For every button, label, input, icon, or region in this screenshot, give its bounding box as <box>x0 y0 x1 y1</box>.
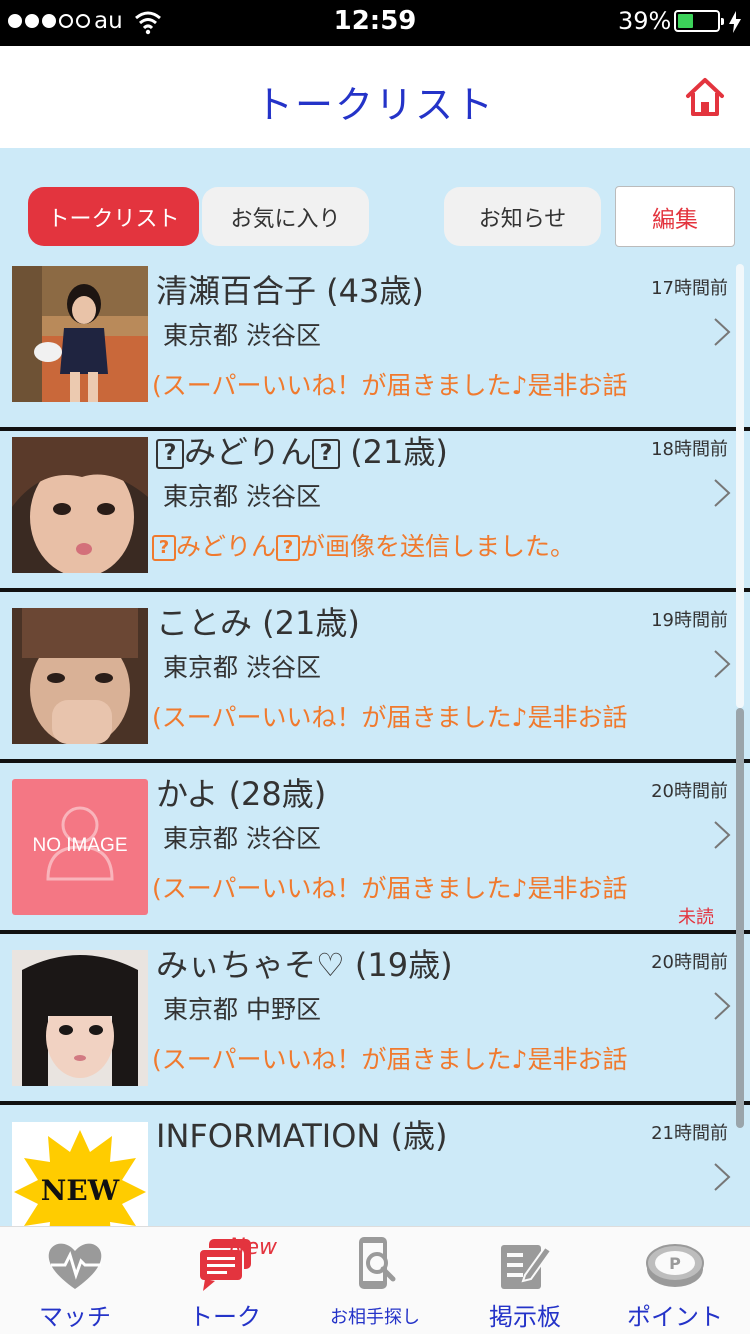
placeholder-glyph-icon: ? <box>276 535 301 561</box>
thread-area: 東京都 渋谷区 <box>163 653 321 682</box>
thread-age: (21歳) <box>340 433 448 471</box>
list-item[interactable]: 清瀬百合子 (43歳) 17時間前 東京都 渋谷区 (スーパーいいね！が届きまし… <box>0 260 750 431</box>
tab-talk-list[interactable]: トークリスト <box>28 187 199 246</box>
thread-last-message: (スーパーいいね！が届きました♪是非お話 <box>152 874 628 903</box>
tab-board[interactable]: 掲示板 <box>450 1227 600 1334</box>
navigation-bar: トークリスト <box>0 46 750 148</box>
battery-percent: 39% <box>618 7 672 35</box>
point-coin-icon: P <box>646 1244 704 1287</box>
tab-talk[interactable]: トーク <box>150 1227 300 1334</box>
chevron-right-icon <box>714 821 731 849</box>
edit-button[interactable]: 編集 <box>615 186 735 247</box>
scrollbar-thumb[interactable] <box>736 708 744 1128</box>
message-text: が画像を送信しました。 <box>300 532 576 561</box>
thread-time: 17時間前 <box>651 278 728 299</box>
avatar <box>12 437 148 573</box>
status-bar: au 12:59 39% <box>0 0 750 46</box>
thread-time: 20時間前 <box>651 781 728 802</box>
avatar: NEW <box>12 1122 148 1226</box>
chevron-right-icon <box>714 318 731 346</box>
tab-label: お相手探し <box>330 1307 420 1328</box>
thread-name: みぃちゃそ♡ (19歳) <box>156 946 453 984</box>
thread-name: ? みどりん? (21歳) <box>156 427 448 473</box>
page-title: トークリスト <box>254 83 495 127</box>
thread-name: INFORMATION (歳) <box>156 1117 448 1155</box>
thread-name: かよ (28歳) <box>156 775 327 813</box>
thread-time: 21時間前 <box>651 1123 728 1144</box>
battery-icon <box>674 10 724 32</box>
tab-search[interactable]: お相手探し <box>300 1227 450 1334</box>
placeholder-glyph-icon: ? <box>156 439 184 469</box>
no-image-label: NO IMAGE <box>32 835 128 856</box>
tab-label: トーク <box>189 1303 261 1331</box>
svg-text:P: P <box>669 1254 681 1273</box>
unread-badge: 未読 <box>678 907 714 928</box>
filter-tabs: トークリスト お気に入り お知らせ 編集 <box>0 148 750 260</box>
chevron-right-icon <box>714 1163 731 1191</box>
heart-pulse-icon <box>48 1243 102 1289</box>
thread-last-message: (スーパーいいね！が届きました♪是非お話 <box>152 371 628 400</box>
new-badge-label: NEW <box>40 1174 120 1207</box>
scrollbar-track <box>736 264 744 708</box>
chevron-right-icon <box>714 992 731 1020</box>
list-item[interactable]: ことみ (21歳) 19時間前 東京都 渋谷区 (スーパーいいね！が届きました♪… <box>0 592 750 763</box>
charging-bolt-icon <box>729 11 741 33</box>
message-sender: みどりん <box>176 532 277 561</box>
thread-last-message: (スーパーいいね！が届きました♪是非お話 <box>152 703 628 732</box>
thread-time: 20時間前 <box>651 952 728 973</box>
list-item[interactable]: ? みどりん? (21歳) 18時間前 東京都 渋谷区 ? みどりん? が画像を送信し… <box>0 421 750 592</box>
avatar <box>12 608 148 744</box>
thread-name-text: みどりん <box>184 433 313 471</box>
thread-area: 東京都 渋谷区 <box>163 482 321 511</box>
tab-label: 掲示板 <box>489 1303 561 1331</box>
thread-name: ことみ (21歳) <box>156 604 360 642</box>
chevron-right-icon <box>714 650 731 678</box>
tab-points[interactable]: P ポイント <box>600 1227 750 1334</box>
list-item[interactable]: NEW INFORMATION (歳) 21時間前 <box>0 1105 750 1226</box>
placeholder-glyph-icon: ? <box>312 439 341 469</box>
thread-area: 東京都 中野区 <box>163 995 321 1024</box>
thread-time: 18時間前 <box>651 439 728 460</box>
tab-favorites[interactable]: お気に入り <box>202 187 369 246</box>
home-icon[interactable] <box>684 76 726 118</box>
tab-label: マッチ <box>39 1303 111 1331</box>
list-item[interactable]: みぃちゃそ♡ (19歳) 20時間前 東京都 中野区 (スーパーいいね！が届きま… <box>0 934 750 1105</box>
phone-search-icon <box>359 1237 396 1289</box>
bottom-tab-bar: マッチ トーク New お相手探し 掲示板 P ポイント <box>0 1226 750 1334</box>
new-badge: New <box>229 1235 277 1260</box>
bulletin-board-icon <box>501 1245 553 1289</box>
tab-match[interactable]: マッチ <box>0 1227 150 1334</box>
chevron-right-icon <box>714 479 731 507</box>
avatar <box>12 266 148 402</box>
talk-list: 清瀬百合子 (43歳) 17時間前 東京都 渋谷区 (スーパーいいね！が届きまし… <box>0 260 750 1226</box>
thread-area: 東京都 渋谷区 <box>163 321 321 350</box>
thread-name: 清瀬百合子 (43歳) <box>156 272 424 310</box>
thread-last-message: (スーパーいいね！が届きました♪是非お話 <box>152 1045 628 1074</box>
placeholder-glyph-icon: ? <box>152 535 176 561</box>
tab-notices[interactable]: お知らせ <box>444 187 601 246</box>
tab-label: ポイント <box>627 1303 723 1331</box>
avatar: NO IMAGE <box>12 779 148 915</box>
thread-area: 東京都 渋谷区 <box>163 824 321 853</box>
thread-last-message: ? みどりん? が画像を送信しました。 <box>152 527 575 563</box>
thread-time: 19時間前 <box>651 610 728 631</box>
avatar <box>12 950 148 1086</box>
list-item[interactable]: NO IMAGE かよ (28歳) 20時間前 東京都 渋谷区 (スーパーいいね… <box>0 763 750 934</box>
